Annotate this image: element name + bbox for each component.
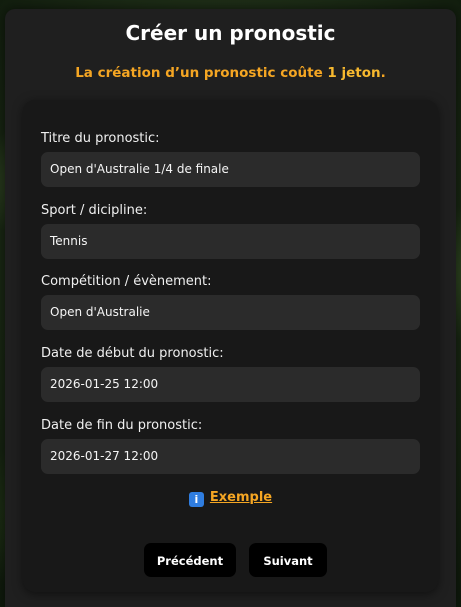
title-input[interactable]: Open d'Australie 1/4 de finale [41, 152, 420, 187]
start-date-input[interactable]: 2026-01-25 12:00 [41, 367, 420, 402]
modal-title: Créer un pronostic [125, 21, 336, 45]
end-date-label: Date de fin du pronostic: [41, 418, 203, 433]
example-link[interactable]: i Exemple [23, 490, 438, 507]
competition-input[interactable]: Open d'Australie [41, 295, 420, 330]
cost-notice-amount: 1 jeton [327, 65, 381, 81]
end-date-input[interactable]: 2026-01-27 12:00 [41, 439, 420, 474]
title-label: Titre du pronostic: [41, 131, 160, 146]
next-button[interactable]: Suivant [249, 543, 327, 577]
sport-field-group: Sport / dicipline: Tennis [41, 203, 420, 259]
previous-button[interactable]: Précédent [144, 543, 236, 577]
start-date-field-group: Date de début du pronostic: 2026-01-25 1… [41, 346, 420, 402]
cost-notice: La création d’un pronostic coûte 1 jeton… [5, 65, 456, 81]
competition-label: Compétition / évènement: [41, 274, 212, 289]
cost-notice-prefix: La création d’un pronostic coûte [75, 65, 328, 81]
end-date-field-group: Date de fin du pronostic: 2026-01-27 12:… [41, 418, 420, 474]
info-icon: i [188, 492, 204, 507]
competition-field-group: Compétition / évènement: Open d'Australi… [41, 274, 420, 330]
pronostic-form: Titre du pronostic: Open d'Australie 1/4… [23, 100, 438, 592]
sport-label: Sport / dicipline: [41, 203, 148, 218]
create-pronostic-modal: Créer un pronostic La création d’un pron… [5, 9, 456, 607]
title-field-group: Titre du pronostic: Open d'Australie 1/4… [41, 131, 420, 187]
sport-input[interactable]: Tennis [41, 224, 420, 259]
cost-notice-suffix: . [380, 65, 386, 81]
example-link-label: Exemple [209, 490, 273, 505]
start-date-label: Date de début du pronostic: [41, 346, 224, 361]
